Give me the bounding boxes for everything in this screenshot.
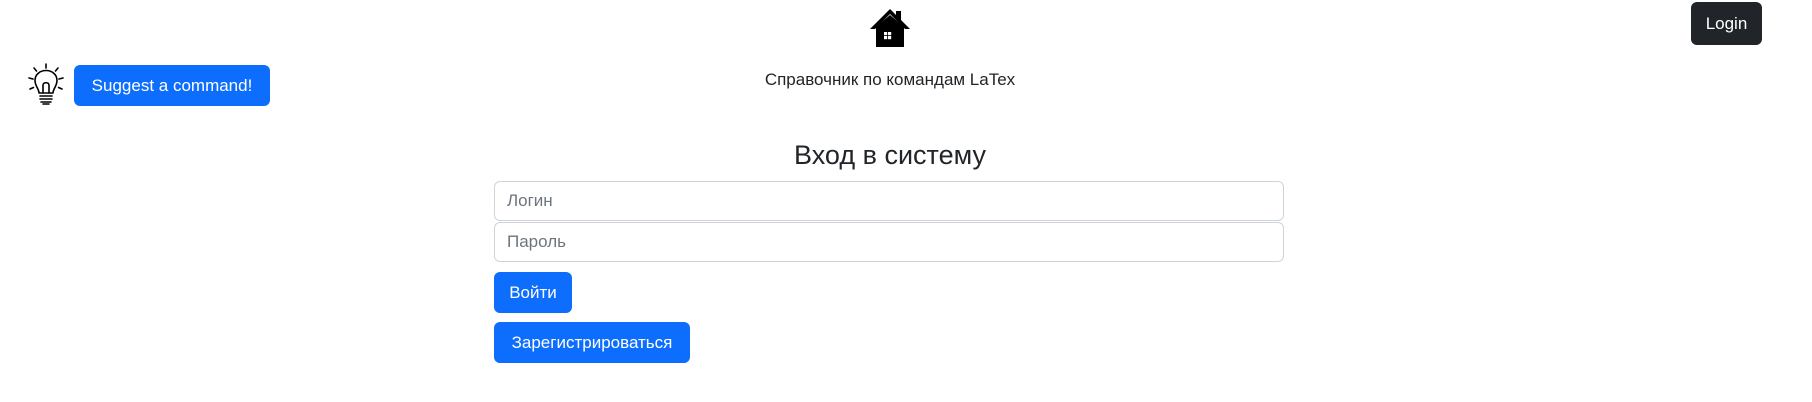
house-icon <box>868 6 912 50</box>
lightbulb-icon <box>26 63 66 108</box>
page: Справочник по командам LaTex Login Sugge… <box>0 0 1812 402</box>
suggest-command-button[interactable]: Suggest a command! <box>74 65 270 106</box>
site-subtitle: Справочник по командам LaTex <box>764 70 1016 89</box>
submit-login-button[interactable]: Войти <box>494 272 572 313</box>
login-form-title: Вход в систему <box>794 140 986 170</box>
home-link[interactable] <box>868 6 912 50</box>
password-input[interactable] <box>494 222 1284 262</box>
login-input[interactable] <box>494 181 1284 221</box>
login-button[interactable]: Login <box>1691 2 1762 45</box>
register-button[interactable]: Зарегистрироваться <box>494 322 690 363</box>
